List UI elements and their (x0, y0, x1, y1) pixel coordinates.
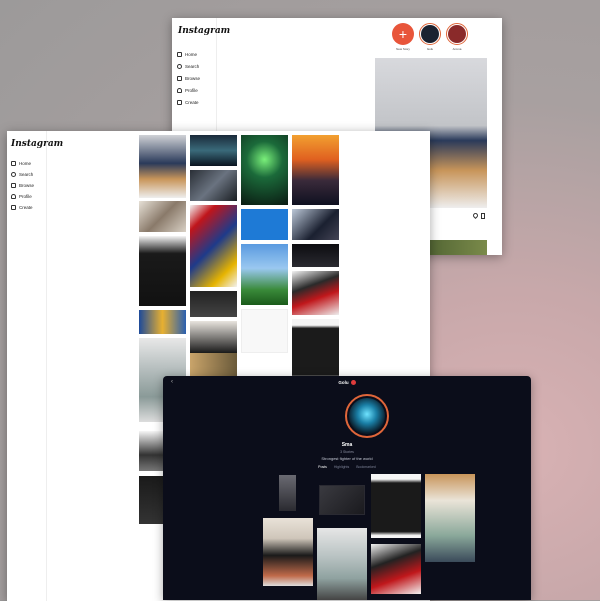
nav-profile[interactable]: Profile (177, 84, 200, 96)
profile-topbar: ‹ Golu (163, 376, 531, 390)
nav-browse[interactable]: Browse (177, 72, 200, 84)
home-icon (11, 161, 16, 166)
tab-highlights[interactable]: Highlights (334, 465, 349, 469)
profile-avatar-ring[interactable] (345, 394, 389, 438)
grid-image[interactable] (139, 201, 186, 232)
like-icon[interactable] (471, 211, 480, 220)
profile-post[interactable] (263, 518, 313, 586)
grid-image[interactable] (190, 205, 237, 287)
nav-profile[interactable]: Profile (11, 191, 34, 202)
search-icon (177, 63, 182, 69)
user-icon (177, 87, 182, 93)
sidebar-nav: Home Search Browse Profile Create (177, 48, 200, 108)
story-avatar (421, 25, 439, 43)
nav-create[interactable]: Create (177, 96, 200, 108)
grid-image[interactable] (241, 244, 288, 305)
profile-name: Sma (341, 442, 353, 448)
sidebar-divider (46, 131, 47, 601)
instagram-logo[interactable]: Instagram (11, 139, 63, 149)
user-icon (11, 194, 16, 199)
grid-image[interactable] (292, 244, 339, 267)
profile-window: ‹ Golu Sma 3 Stories Strongest fighter o… (163, 376, 531, 600)
grid-image[interactable] (292, 319, 339, 381)
camera-icon (177, 99, 182, 105)
story-golu[interactable]: Golu (418, 23, 442, 51)
plus-icon: + (392, 23, 414, 45)
profile-bio: Strongest fighter of the world (321, 456, 373, 461)
grid-image[interactable] (241, 135, 288, 205)
profile-post[interactable] (317, 528, 367, 600)
profile-username-title: Golu (163, 380, 531, 386)
story-avatar (448, 25, 466, 43)
sidebar-nav: Home Search Browse Profile Create (11, 158, 34, 213)
avatar (349, 398, 385, 434)
grid-image[interactable] (139, 310, 186, 334)
grid-document-image[interactable] (241, 309, 288, 353)
nav-browse[interactable]: Browse (11, 180, 34, 191)
tab-bookmarked[interactable]: Bookmarked (356, 465, 376, 469)
profile-post[interactable] (319, 485, 365, 515)
camera-icon (11, 205, 16, 210)
nav-home[interactable]: Home (177, 48, 200, 60)
tab-posts[interactable]: Posts (318, 465, 327, 469)
grid-icon (11, 183, 16, 188)
notification-badge (350, 380, 356, 386)
story-aroma[interactable]: Aroma (445, 23, 469, 51)
profile-post[interactable] (279, 475, 296, 511)
profile-post[interactable] (371, 474, 421, 538)
grid-image[interactable] (292, 135, 339, 205)
profile-stats: 3 Stories (340, 450, 354, 454)
nav-create[interactable]: Create (11, 202, 34, 213)
home-icon (177, 51, 182, 57)
grid-image[interactable] (292, 271, 339, 315)
grid-icon (177, 75, 182, 81)
profile-post[interactable] (425, 474, 475, 562)
grid-image[interactable] (241, 209, 288, 240)
grid-image[interactable] (190, 291, 237, 317)
grid-image[interactable] (190, 135, 237, 166)
nav-search[interactable]: Search (11, 169, 34, 180)
nav-home[interactable]: Home (11, 158, 34, 169)
grid-image[interactable] (292, 209, 339, 240)
grid-image[interactable] (139, 236, 186, 306)
grid-image[interactable] (190, 170, 237, 201)
search-icon (11, 172, 16, 177)
bookmark-icon[interactable] (481, 213, 485, 219)
story-new[interactable]: + New Story (391, 23, 415, 51)
grid-image[interactable] (190, 353, 237, 378)
instagram-logo[interactable]: Instagram (178, 26, 230, 36)
nav-search[interactable]: Search (177, 60, 200, 72)
grid-image[interactable] (139, 135, 186, 198)
profile-post[interactable] (371, 544, 421, 594)
profile-tabs: Posts Highlights Bookmarked (163, 465, 531, 469)
